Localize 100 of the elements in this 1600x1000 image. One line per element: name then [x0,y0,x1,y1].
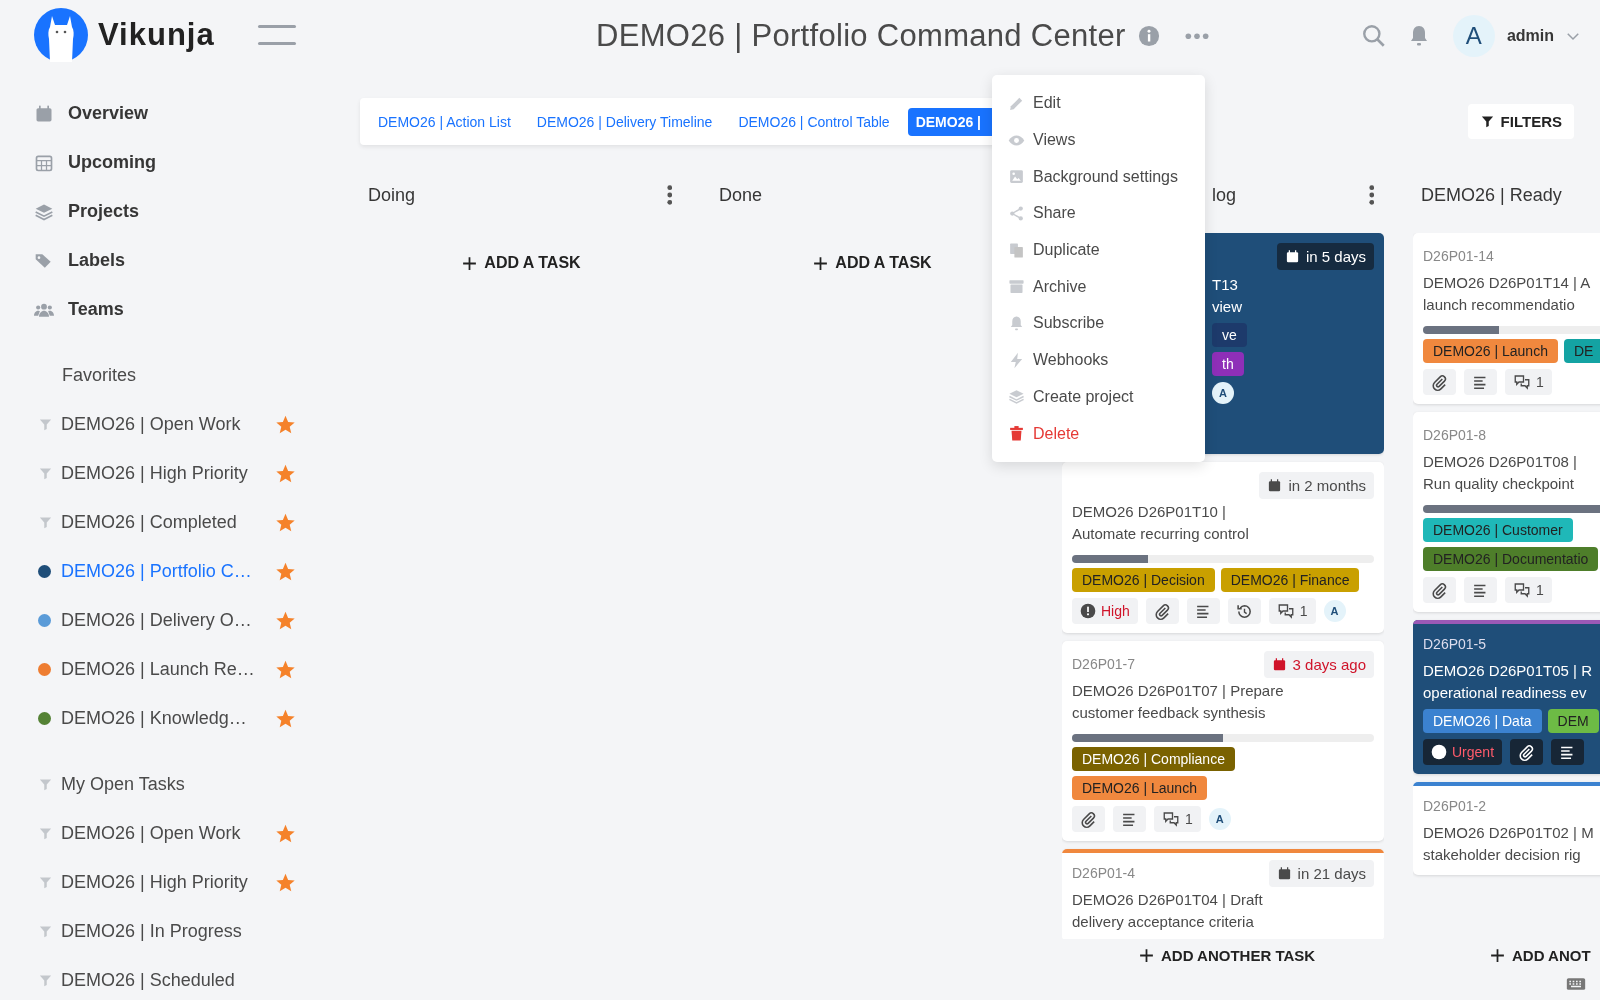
priority-badge: Urgent [1423,739,1503,765]
copy-icon [1008,241,1025,259]
label-tag: DEM [1547,709,1599,733]
filter-icon [38,875,53,890]
add-task-button[interactable]: ADD A TASK [802,248,942,278]
task-id: D26P01-7 [1072,656,1136,672]
assignee-avatar: A [1212,382,1234,404]
user-name[interactable]: admin [1506,27,1554,45]
sidebar-link[interactable]: DEMO26 | High Priority [61,872,275,893]
task-title: DEMO26 D26P01T02 | M stakeholder decision rig [1423,823,1595,865]
sidebar-link[interactable]: DEMO26 | Open Work [61,414,275,435]
nav-link[interactable]: Overview [68,103,149,124]
history-icon [1235,602,1253,620]
sidebar-link[interactable]: DEMO26 | Launch Re… [61,659,275,680]
comments-badge: 1 [1268,598,1316,624]
sidebar-link[interactable]: DEMO26 | Delivery O… [61,610,275,631]
column-title: Done [719,184,763,206]
filter-icon [38,777,53,792]
filter-icon [38,826,53,841]
menu-icon[interactable] [258,25,296,45]
filter-icon [38,924,53,939]
star-icon[interactable] [275,463,296,484]
star-icon[interactable] [275,512,296,533]
due-date-badge: in 2 months [1259,471,1374,499]
nav-link[interactable]: Projects [68,201,140,222]
comments-icon [1162,810,1180,828]
kebab-menu-icon [666,184,672,206]
star-icon[interactable] [275,708,296,729]
calendar-icon [34,103,54,124]
star-icon[interactable] [275,610,296,631]
app-name: Vikunja [98,17,215,53]
comments-badge: 1 [1505,369,1552,395]
task-card[interactable]: D26P01-7 3 days ago DEMO26 D26P01T07 | Prepare customer feedback synthesis DEMO26 | Compliance DEMO26 | Launch 1 A [1062,641,1384,841]
nav-link[interactable]: Labels [68,250,126,271]
sidebar-link[interactable]: DEMO26 | High Priority [61,463,275,484]
task-id: D26P01-4 [1072,865,1136,881]
assignee-avatar: A [1208,808,1231,830]
add-task-button[interactable]: ADD ANOTHER TASK [1128,941,1326,970]
comments-icon [1276,602,1295,620]
column-title: DEMO26 | Ready [1421,184,1562,206]
sidebar-link[interactable]: DEMO26 | Open Work [61,823,275,844]
task-id: D26P01-5 [1423,636,1487,652]
sidebar-link[interactable]: DEMO26 | Knowledg… [61,708,275,729]
share-icon [1008,204,1025,222]
sidebar-link[interactable]: DEMO26 | Scheduled [61,970,296,991]
sidebar-link[interactable]: DEMO26 | Completed [61,512,275,533]
section-heading: Favorites [61,364,138,387]
add-task-button[interactable]: ADD A TASK [451,248,591,278]
paperclip-icon [1431,581,1448,599]
task-title: DEMO26 D26P01T07 | Prepare customer feedback synthesis [1072,681,1285,723]
star-icon[interactable] [275,823,296,844]
calendar-icon [1284,248,1300,264]
star-icon[interactable] [275,659,296,680]
filter-icon [38,417,53,432]
star-icon[interactable] [275,561,296,582]
bell-icon [1008,314,1025,332]
label-tag: th [1212,352,1244,376]
layers-icon [1008,388,1025,406]
lightning-icon [1008,351,1025,369]
view-tab[interactable]: DEMO26 | Delivery Timeline [528,107,721,136]
due-date-badge: 3 days ago [1263,650,1374,678]
add-task-button[interactable]: ADD ANOT [1479,941,1600,970]
task-title: DEMO26 D26P01T14 | A launch recommendatio [1423,273,1592,315]
view-tab[interactable]: DEMO26 | Control Table [730,107,898,136]
task-card[interactable]: in 2 months DEMO26 D26P01T10 | Automate recurring control DEMO26 | Decision DEMO26 | Finance High 1 A [1062,462,1384,633]
menu-item[interactable]: Share [992,195,1205,232]
label-tag: DEMO26 | Finance [1220,568,1360,592]
filter-icon [38,466,53,481]
filters-button[interactable]: FILTERS [1467,104,1574,139]
filter-icon [38,973,53,988]
menu-item[interactable]: Background settings [992,158,1205,196]
nav-link[interactable]: Teams [68,299,124,320]
sidebar-item[interactable]: My Open Tasks [34,760,330,809]
task-card[interactable]: D26P01-14 DEMO26 D26P01T14 | A launch recommendatio DEMO26 | Launch DE 1 [1413,233,1600,404]
task-id: D26P01-2 [1423,798,1487,814]
due-date-badge: in 5 days [1276,242,1374,270]
comments-icon [1513,581,1531,599]
task-card[interactable]: D26P01-5 DEMO26 D26P01T05 | R operational readiness ev DEMO26 | Data DEM Urgent [1413,620,1600,774]
task-title: DEMO26 D26P01T10 | Automate recurring control [1072,502,1250,544]
due-date-badge: in 21 days [1268,859,1374,887]
nav-link[interactable]: Upcoming [68,152,156,173]
task-card[interactable]: D26P01-4 in 21 days DEMO26 D26P01T04 | Draft delivery acceptance criteria [1062,849,1384,939]
star-icon[interactable] [275,872,296,893]
comments-icon [1513,373,1531,391]
archive-icon [1008,278,1025,296]
star-icon[interactable] [275,414,296,435]
task-card[interactable]: D26P01-2 DEMO26 D26P01T02 | M stakeholder decision rig [1413,782,1600,875]
task-card[interactable]: D26P01-8 DEMO26 D26P01T08 | Run quality checkpoint DEMO26 | Customer DEMO26 | Documentatio 1 [1413,412,1600,612]
user-avatar[interactable]: A [1452,15,1495,57]
more-icon [1183,32,1210,40]
view-tab[interactable]: DEMO26 | Action List [370,107,519,136]
logo-icon[interactable] [34,8,88,62]
sidebar-link[interactable]: DEMO26 | Portfolio C… [61,561,275,582]
calendar-icon [1267,477,1283,493]
filter-icon [38,515,53,530]
paperclip-icon [1153,602,1171,620]
sidebar-link[interactable]: DEMO26 | In Progress [61,921,296,942]
label-tag: DEMO26 | Customer [1423,518,1573,542]
calendar-icon [1276,865,1292,881]
task-title: DEMO26 D26P01T05 | R operational readiness ev [1423,661,1593,703]
